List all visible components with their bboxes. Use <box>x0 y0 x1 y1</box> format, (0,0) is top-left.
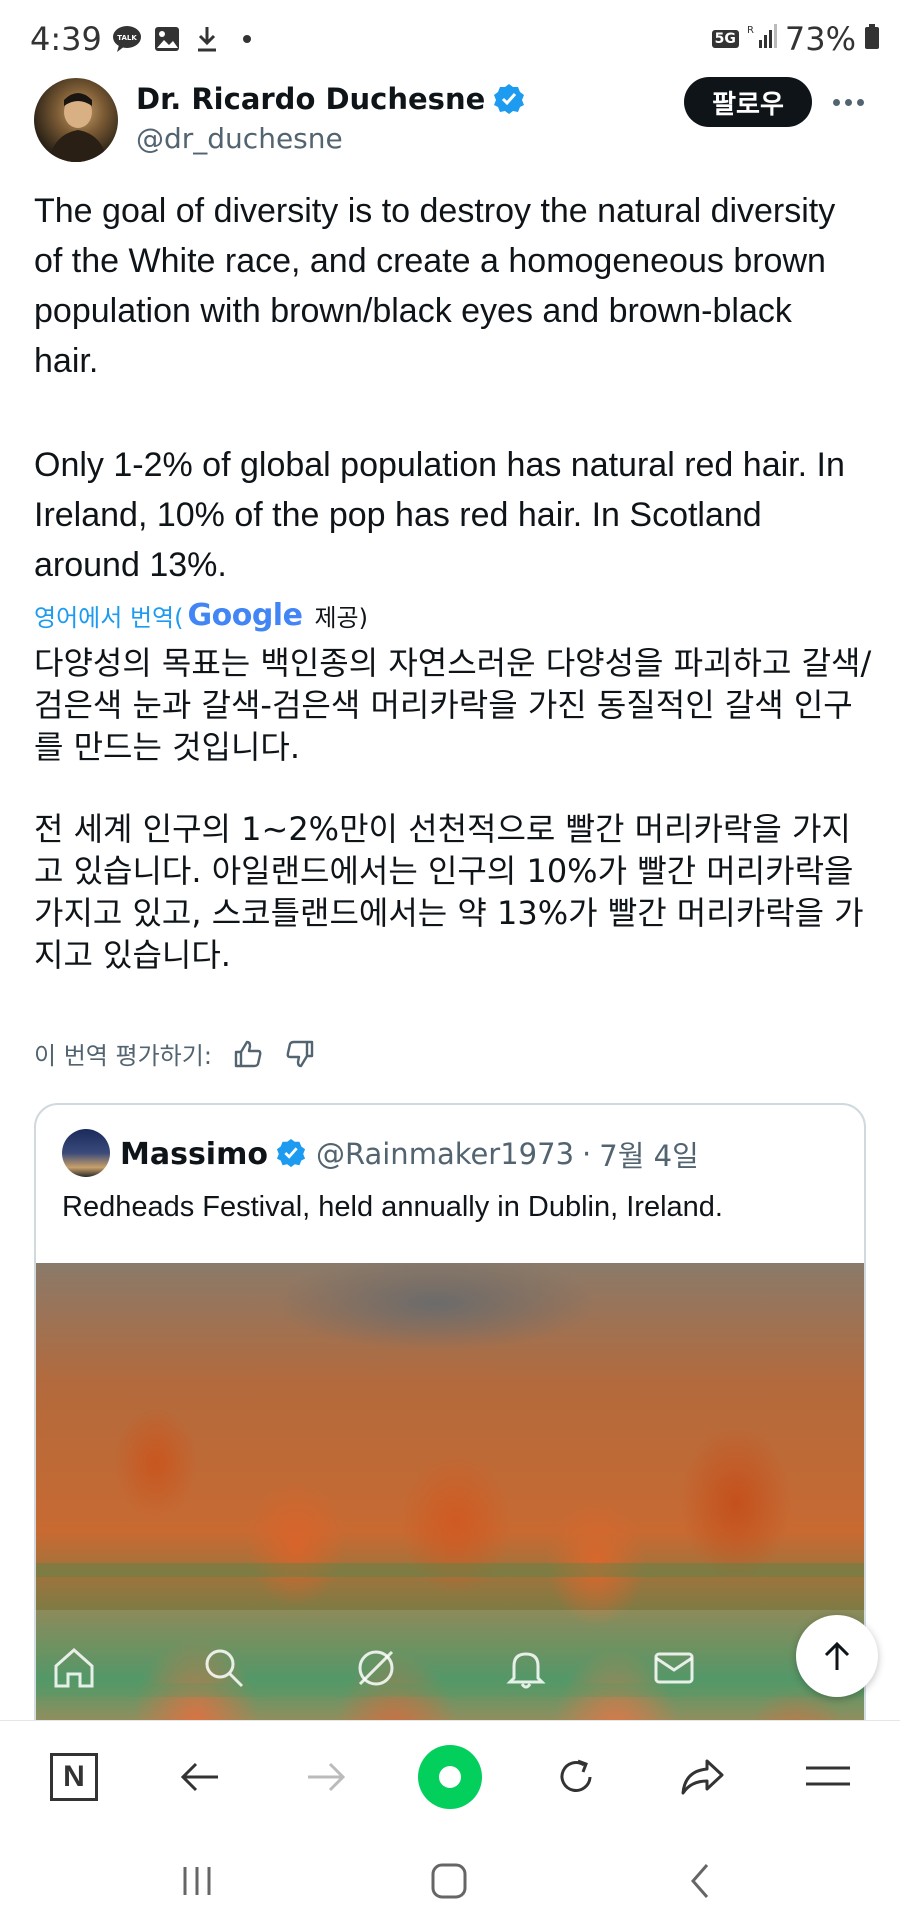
tweet-text-para1: The goal of diversity is to destroy the … <box>34 192 845 380</box>
quote-author-name[interactable]: Massimo <box>120 1137 268 1172</box>
verified-badge-icon <box>493 83 525 115</box>
battery-icon <box>864 20 880 58</box>
tweet-text-para2: Only 1-2% of global population has natur… <box>34 446 845 584</box>
chevron-left-icon <box>691 1864 709 1898</box>
naver-green-dot-icon[interactable] <box>418 1745 482 1809</box>
translation-para1: 다양성의 목표는 백인종의 자연스러운 다양성을 파괴하고 갈색/검은색 눈과 … <box>34 644 872 766</box>
naver-n-icon[interactable]: N <box>50 1753 98 1801</box>
share-button[interactable] <box>674 1749 730 1805</box>
naver-home-button[interactable]: N <box>46 1749 102 1805</box>
author-name-text[interactable]: Dr. Ricardo Duchesne <box>136 82 485 116</box>
back-nav-button[interactable] <box>676 1856 726 1906</box>
follow-button[interactable]: 팔로우 <box>684 77 812 127</box>
translate-prefix[interactable]: 영어에서 번역( <box>34 598 183 633</box>
google-logo: Google <box>187 598 303 633</box>
messages-icon[interactable] <box>650 1644 698 1692</box>
share-arrow-icon <box>681 1759 724 1795</box>
grok-icon[interactable] <box>352 1644 400 1692</box>
author-handle[interactable]: @dr_duchesne <box>136 122 343 155</box>
reload-icon <box>560 1759 592 1792</box>
rate-label: 이 번역 평가하기: <box>34 1042 212 1070</box>
more-options-icon[interactable] <box>828 84 868 120</box>
translation-attribution[interactable]: 영어에서 번역( Google 제공) <box>34 598 368 633</box>
arrow-up-icon <box>824 1641 850 1670</box>
back-button[interactable] <box>172 1749 228 1805</box>
rate-translation-row: 이 번역 평가하기: <box>34 1036 316 1071</box>
menu-button[interactable] <box>800 1749 856 1805</box>
x-bottom-tabbar <box>0 1610 900 1720</box>
recents-button[interactable] <box>172 1856 222 1906</box>
forward-button[interactable] <box>298 1749 354 1805</box>
author-name[interactable]: Dr. Ricardo Duchesne <box>136 82 525 116</box>
arrow-right-icon <box>308 1762 346 1792</box>
download-icon <box>192 24 222 54</box>
translate-suffix: 제공) <box>314 604 368 632</box>
recents-icon <box>183 1867 211 1895</box>
status-left-icons: TALK <box>112 24 262 54</box>
reload-button[interactable] <box>548 1749 604 1805</box>
quote-text: Redheads Festival, held annually in Dubl… <box>62 1191 723 1223</box>
green-dot-button[interactable] <box>418 1745 482 1809</box>
svg-text:TALK: TALK <box>117 34 137 42</box>
signal-icon: R <box>747 20 777 58</box>
svg-text:R: R <box>747 25 754 36</box>
system-navigation-bar <box>0 1830 900 1930</box>
quote-author-handle[interactable]: @Rainmaker1973 <box>316 1137 574 1171</box>
status-time: 4:39 <box>30 20 102 58</box>
scroll-to-top-button[interactable] <box>796 1615 878 1697</box>
quote-verified-badge-icon <box>276 1138 308 1170</box>
hamburger-menu-icon <box>806 1766 850 1786</box>
notifications-icon[interactable] <box>502 1644 550 1692</box>
network-5g-icon: 5G <box>711 30 739 48</box>
thumbs-up-icon[interactable] <box>232 1038 264 1070</box>
thumbs-down-icon[interactable] <box>284 1038 316 1070</box>
quote-date[interactable]: 7월 4일 <box>599 1133 698 1175</box>
quote-header: Massimo @Rainmaker1973 · 7월 4일 <box>120 1133 699 1175</box>
quote-separator: · <box>582 1137 592 1171</box>
search-icon[interactable] <box>200 1644 248 1692</box>
home-nav-button[interactable] <box>424 1856 474 1906</box>
author-avatar[interactable] <box>34 78 118 162</box>
gallery-icon <box>152 24 182 54</box>
quote-author-avatar[interactable] <box>62 1129 110 1177</box>
home-icon[interactable] <box>50 1644 98 1692</box>
status-bar: 4:39 TALK 5G R 73% <box>0 0 900 80</box>
home-square-icon <box>431 1863 467 1899</box>
status-right: 5G R 73% <box>711 20 880 58</box>
talk-icon: TALK <box>112 24 142 54</box>
battery-percent: 73% <box>784 20 856 58</box>
translation-para2: 전 세계 인구의 1~2%만이 선천적으로 빨간 머리카락을 가지고 있습니다.… <box>34 810 864 974</box>
dot-icon <box>232 24 262 54</box>
arrow-left-icon <box>180 1762 218 1792</box>
browser-toolbar: N <box>0 1720 900 1830</box>
